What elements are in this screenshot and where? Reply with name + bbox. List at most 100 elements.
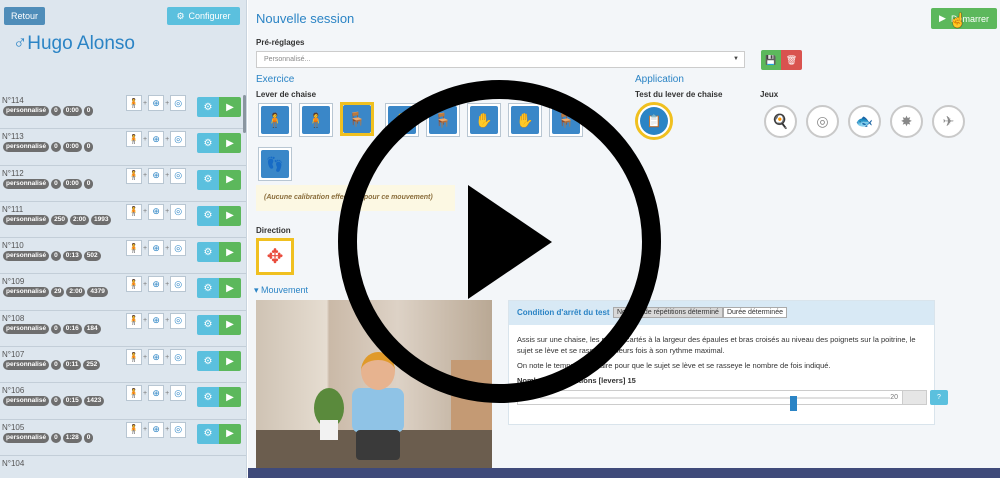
delete-preset-button[interactable]: 🗑 — [781, 50, 802, 70]
direction-thumb-icon: ⊕ — [148, 95, 165, 111]
burst-icon: ✸ — [900, 113, 913, 129]
mode-badge: personnalisé — [3, 323, 50, 334]
session-config-button[interactable]: ⚙ — [197, 278, 219, 299]
movement-toggle[interactable]: ▾ Mouvement — [254, 285, 308, 296]
application-thumb-icon: ◎ — [170, 240, 187, 257]
score-badge: 0 — [51, 432, 61, 443]
session-row[interactable]: N°106 personnalisé 0 0:15 1423 🧍 + ⊕ + ◎ ⚙ ▶ — [0, 383, 246, 420]
patient-name: ♂Hugo Alonso — [13, 33, 135, 54]
session-config-button[interactable]: ⚙ — [197, 169, 219, 190]
session-row[interactable]: N°107 personnalisé 0 0:11 252 🧍 + ⊕ + ◎ ⚙ ▶ — [0, 347, 246, 384]
caret-down-icon: ▾ — [254, 285, 262, 295]
torso-icon: 🧍 — [261, 106, 289, 134]
wheel-icon: ◎ — [816, 113, 829, 129]
slider-max-box — [902, 391, 926, 404]
plus-icon: + — [143, 99, 148, 107]
exercise-option-chair-stand[interactable]: 🪑 — [340, 102, 374, 136]
session-row[interactable]: N°109 personnalisé 29 2:00 4379 🧍 + ⊕ + ◎ ⚙ ▶ — [0, 274, 246, 311]
session-row[interactable]: N°108 personnalisé 0 0:16 184 🧍 + ⊕ + ◎ ⚙ ▶ — [0, 311, 246, 348]
session-config-button[interactable]: ⚙ — [197, 423, 219, 444]
preview-pot — [320, 420, 338, 440]
slider-track[interactable] — [540, 396, 890, 411]
exercise-thumb-icon: 🧍 — [126, 276, 142, 293]
session-config-button[interactable]: ⚙ — [197, 387, 219, 408]
session-number: N°113 — [2, 132, 24, 142]
session-config-button[interactable]: ⚙ — [197, 97, 219, 117]
session-summary-icons: 🧍 + ⊕ + ◎ — [126, 385, 187, 402]
game-option-1[interactable]: 🍳 — [764, 105, 797, 138]
session-config-button[interactable]: ⚙ — [197, 351, 219, 372]
game-option-2[interactable]: ◎ — [806, 105, 839, 138]
tab-duration[interactable]: Durée déterminée — [722, 307, 787, 318]
session-badges: personnalisé 0 0:11 252 — [3, 360, 128, 371]
session-row[interactable]: N°112 personnalisé 0 0:00 0 🧍 + ⊕ + ◎ ⚙ ▶ — [0, 166, 246, 202]
session-number: N°104 — [2, 458, 25, 468]
game-option-5[interactable]: ✈ — [932, 105, 965, 138]
session-row[interactable]: N°113 personnalisé 0 0:00 0 🧍 + ⊕ + ◎ ⚙ ▶ — [0, 129, 246, 166]
exercise-option-1[interactable]: 🧍 — [258, 103, 292, 137]
game-option-3[interactable]: 🐟 — [848, 105, 881, 138]
session-play-button[interactable]: ▶ — [219, 351, 241, 372]
slider-handle[interactable] — [790, 396, 798, 411]
plus-icon: + — [165, 317, 170, 325]
session-row[interactable]: N°114 personnalisé 0 0:00 0 🧍 + ⊕ + ◎ ⚙ ▶ — [0, 93, 246, 130]
session-badges: personnalisé 250 2:00 1993 — [3, 214, 128, 225]
save-preset-button[interactable]: 💾 — [761, 50, 781, 70]
points-badge: 0 — [83, 106, 94, 116]
score-badge: 0 — [51, 396, 61, 407]
airplane-icon: ✈ — [942, 113, 955, 129]
session-play-button[interactable]: ▶ — [219, 242, 241, 263]
play-icon: ▶ — [939, 13, 946, 23]
session-summary-icons: 🧍 + ⊕ + ◎ — [126, 167, 187, 184]
mode-badge: personnalisé — [3, 287, 50, 298]
score-badge: 29 — [51, 287, 65, 298]
session-play-button[interactable]: ▶ — [219, 205, 241, 226]
exercise-option-9[interactable]: 👣 — [258, 147, 292, 181]
repetitions-slider[interactable]: 0 20 ? — [517, 390, 948, 411]
exercise-option-2[interactable]: 🧍 — [299, 103, 333, 137]
movement-label: Mouvement — [261, 285, 309, 295]
application-option-chair-test[interactable]: 📋 — [635, 102, 673, 140]
session-play-button[interactable]: ▶ — [219, 278, 241, 299]
plus-icon: + — [143, 389, 148, 397]
session-summary-icons: 🧍 + ⊕ + ◎ — [126, 349, 187, 366]
presets-select[interactable]: Personnalisé... ▼ — [256, 51, 745, 68]
help-button[interactable]: ? — [930, 390, 948, 405]
torso-icon: 🧍 — [302, 106, 330, 134]
session-play-button[interactable]: ▶ — [219, 133, 241, 154]
bottom-bar — [248, 468, 1000, 478]
score-badge: 0 — [51, 106, 61, 116]
exercise-thumb-icon: 🧍 — [126, 131, 142, 148]
session-play-button[interactable]: ▶ — [219, 169, 241, 190]
session-config-button[interactable]: ⚙ — [197, 133, 219, 154]
duration-badge: 1:28 — [62, 432, 82, 443]
session-row[interactable]: N°110 personnalisé 0 0:13 502 🧍 + ⊕ + ◎ ⚙ ▶ — [0, 238, 246, 275]
session-play-button[interactable]: ▶ — [219, 97, 241, 117]
session-number: N°105 — [2, 422, 25, 432]
mode-badge: personnalisé — [3, 251, 50, 262]
session-number: N°110 — [2, 241, 24, 251]
session-badges: personnalisé 0 0:13 502 — [3, 251, 128, 262]
session-config-button[interactable]: ⚙ — [197, 314, 219, 335]
session-play-button[interactable]: ▶ — [219, 423, 241, 444]
session-config-button[interactable]: ⚙ — [197, 205, 219, 226]
configure-button[interactable]: ⚙ Configurer — [167, 7, 240, 25]
session-config-button[interactable]: ⚙ — [197, 242, 219, 263]
duration-badge: 0:11 — [62, 360, 82, 371]
session-play-button[interactable]: ▶ — [219, 387, 241, 408]
session-row[interactable]: N°105 personnalisé 0 1:28 0 🧍 + ⊕ + ◎ ⚙ ▶ — [0, 420, 246, 456]
session-row[interactable]: N°104 — [0, 456, 246, 478]
direction-option-all[interactable]: ✥ — [256, 238, 294, 275]
sidebar-scrollbar[interactable] — [243, 95, 246, 133]
plus-icon: + — [165, 389, 170, 397]
session-play-button[interactable]: ▶ — [219, 314, 241, 335]
session-row[interactable]: N°111 personnalisé 250 2:00 1993 🧍 + ⊕ + ◎ ⚙ ▶ — [0, 202, 246, 239]
video-play-overlay[interactable] — [338, 80, 661, 403]
mode-badge: personnalisé — [3, 142, 50, 153]
exercise-subheading: Lever de chaise — [256, 90, 317, 99]
duration-badge: 0:00 — [62, 178, 82, 189]
game-option-4[interactable]: ✸ — [890, 105, 923, 138]
points-badge: 1423 — [83, 396, 105, 407]
presets-label: Pré-réglages — [256, 38, 305, 47]
back-button[interactable]: Retour — [4, 7, 45, 25]
